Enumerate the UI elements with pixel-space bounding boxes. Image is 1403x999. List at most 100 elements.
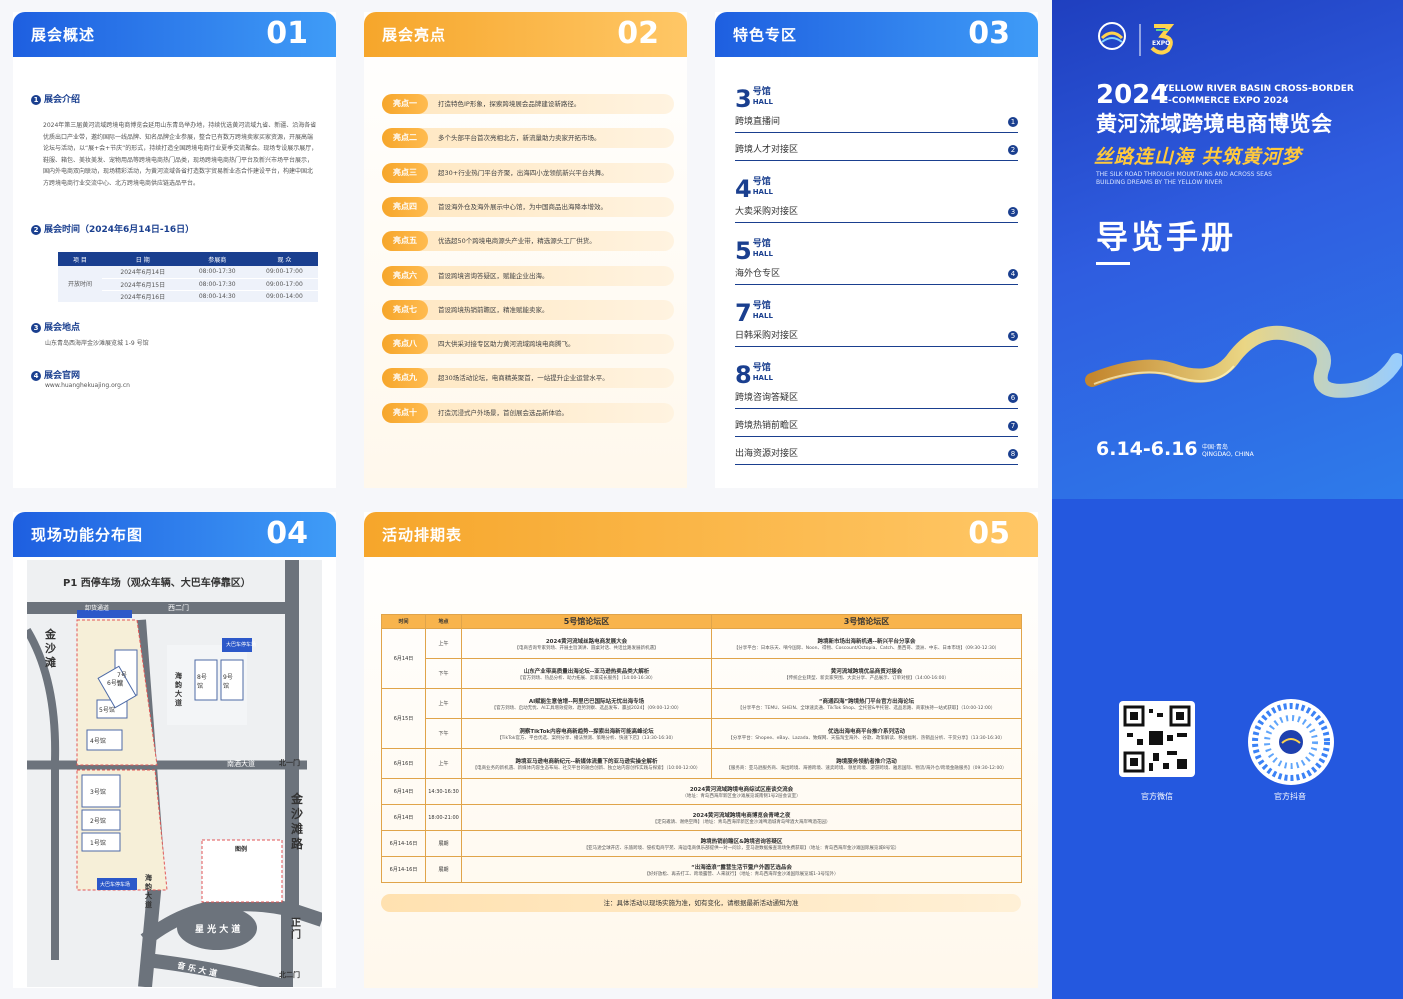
overview-number: 01 [266,16,308,51]
highlights-title: 展会亮点 [382,26,447,44]
map-title: 现场功能分布图 [31,526,144,544]
cover-en-slogan-2: BUILDING DREAMS BY THE YELLOW RIVER [1096,179,1223,186]
highlight-text: 首设跨境热销前瞻区，精准赋能卖家。 [438,305,549,314]
douyin-label: 官方抖音 [1274,792,1306,801]
highlights-header: 展会亮点 02 [364,12,687,57]
venue-map-svg [23,560,325,994]
highlight-text: 四大供采对接专区助力黄河流域跨境电商腾飞。 [438,340,575,349]
cover-cn-title: 黄河流域跨境电商博览会 [1096,112,1333,136]
cover-guide-title: 导览手册 [1096,218,1237,256]
zone-badge: 8 [1008,449,1018,459]
highlight-item: 亮点二 多个头部平台首次亮相北方，新流量助力卖家开拓市场。 [382,128,674,149]
highlights-number: 02 [617,16,659,51]
highlight-tag: 亮点五 [382,231,428,252]
hall-word: 号馆 HALL [752,87,773,106]
xingguang-road-label: 星 光 大 道 [195,925,241,935]
hall-word: 号馆 HALL [752,363,773,382]
north-gate-1-label: 北一门 [279,759,300,767]
hall-number: 8 [735,361,752,389]
zone-badge: 2 [1008,145,1018,155]
highlight-tag: 亮点九 [382,368,428,389]
zones-title: 特色专区 [733,26,798,44]
cover-bottom: 官方微信 官方抖音 [1052,499,1403,999]
west-gate-label: 西二门 [168,604,189,612]
zone-name: 出海资源对接区 [735,449,799,459]
map-header: 现场功能分布图 04 [13,512,336,557]
highlight-item: 亮点六 首设跨境咨询答疑区，赋能企业出海。 [382,265,674,286]
table-row: 6月14-16日 展期 跨境热销前瞻区&跨境咨询答疑区 【亚马逊全球开店、乐旅跨境… [381,830,1022,857]
table-row: 6月14日 14:30-16:30 2024黄河流域跨境电商综试区座谈交流会 （地… [381,778,1022,805]
highlight-tag: 亮点六 [382,265,428,286]
highlight-item: 亮点十 打造沉浸式户外场景，首创展会选品新体验。 [382,402,674,423]
haiyun-road-label: 海韵大道 [175,672,182,707]
highlight-tag: 亮点二 [382,128,428,149]
cover-city-cn: 中国·青岛 [1202,444,1228,451]
cover-year: 2024 [1096,80,1169,110]
overview-panel: 展会概述 01 1 展会介绍 2024年第三届黄河流域跨境电商博览会延用山东青岛举… [13,12,336,488]
north-gate-2-label: 北二门 [279,971,300,979]
zone-name: 跨境咨询答疑区 [735,393,799,403]
venue-map: P1 西停车场（观众车辆、大巴车停靠区） 卸货通道 西二门 金沙滩 金沙滩路 海… [23,560,325,994]
douyin-qr-code[interactable] [1248,699,1334,785]
highlight-text: 打造特色IP形象，探索跨境展会品牌建设新路径。 [438,100,581,108]
table-row: 6月15日 上午 AI赋能生意信增--阿里巴巴国际站无忧出海专场 【官方到场、启动… [381,688,1022,749]
hall-number: 3 [735,85,752,113]
zone-item: 出海资源对接区 8 [735,445,1018,465]
cover-divider [1096,262,1130,265]
col-time: 时间 [381,614,426,629]
zone-badge: 3 [1008,207,1018,217]
schedule-panel: 活动排期表 05 时间 地点 5号馆论坛区 3号馆论坛区 6月14日 上午 20… [364,512,1038,988]
highlight-tag: 亮点一 [382,94,428,114]
highlight-text: 多个头部平台首次亮相北方，新流量助力卖家开拓市场。 [438,134,601,143]
cover-panel: EXPO 2024 YELLOW RIVER BASIN CROSS-BORDE… [1052,0,1403,999]
jinsha-label: 金沙滩 [45,628,56,669]
location-heading: 3 展会地点 [31,320,80,333]
cover-en-title-2: E-COMMERCE EXPO 2024 [1162,96,1289,106]
zone-badge: 6 [1008,393,1018,403]
highlight-item: 亮点七 首设跨境热销前瞻区，精准赋能卖家。 [382,299,674,320]
map-number: 04 [266,516,308,551]
zone-name: 海外仓专区 [735,269,781,279]
highlight-tag: 亮点八 [382,334,428,355]
hall-heading: 7号馆 HALL [735,301,773,325]
hall-9-label: 9号馆 [223,674,233,690]
highlight-tag: 亮点三 [382,162,428,183]
website-heading: 4 展会官网 [31,368,80,381]
highlight-text: 优选超50个跨境电商源头产业带，精选源头工厂供货。 [438,237,596,246]
intro-heading: 1 展会介绍 [31,92,80,105]
highlight-item: 亮点五 优选超50个跨境电商源头产业带，精选源头工厂供货。 [382,231,674,252]
hall-word: 号馆 HALL [752,239,773,258]
col-site: 地点 [425,614,462,629]
zones-panel: 特色专区 03 3号馆 HALL 跨境直播间 1 跨境人才对接区 2 4号馆 HALL 大卖采购… [715,12,1038,488]
table-row: 下午 洞察TikTok内容电商新趋势--探索出海新可能高峰论坛 【TikTok官方… [382,718,1022,749]
highlight-item: 亮点四 首设海外仓及海外展示中心馆，为中国商品出海降本增效。 [382,196,674,217]
schedule-title: 活动排期表 [382,526,463,544]
highlights-panel: 展会亮点 02 亮点一 打造特色IP形象，探索跨境展会品牌建设新路径。亮点二 多个头… [364,12,687,488]
table-row: 6月14-16日 展期 “出海造浪”露营生活节暨户外圆艺选品会 【好好放松、再去打… [381,856,1022,883]
zone-name: 日韩采购对接区 [735,331,799,341]
website-link[interactable]: www.huanghekuajing.org.cn [45,382,130,389]
hall-heading: 3号馆 HALL [735,87,773,111]
wechat-qr-code[interactable] [1119,701,1195,777]
unload-label: 卸货通道 [85,605,110,612]
schedule-table: 时间 地点 5号馆论坛区 3号馆论坛区 6月14日 上午 2024黄河流域丝路电… [381,614,1022,883]
zone-item: 跨境热销前瞻区 7 [735,417,1018,437]
zone-item: 大卖采购对接区 3 [735,203,1018,223]
douyin-qr-icon [1252,703,1330,781]
schedule-header: 活动排期表 05 [364,512,1038,557]
expo-logo-icon [1098,22,1175,56]
time-table: 项 目 日 期 参展商 观 众 开放时间 2024年6月14日 08:00-17:… [58,252,318,303]
hall-heading: 8号馆 HALL [735,363,773,387]
parking-label: P1 西停车场（观众车辆、大巴车停靠区） [63,578,251,589]
schedule-number: 05 [968,516,1010,551]
hall-word: 号馆 HALL [752,177,773,196]
highlight-item: 亮点九 超30场活动论坛，电商精英聚首，一站提升企业运营水平。 [382,368,674,389]
highlight-text: 打造沉浸式户外场景，首创展会选品新体验。 [438,408,568,417]
nanjiu-road-label: 南酒大道 [227,760,255,768]
zone-badge: 4 [1008,269,1018,279]
cover-en-slogan-1: THE SILK ROAD THROUGH MOUNTAINS AND ACRO… [1096,171,1272,178]
highlight-item: 亮点一 打造特色IP形象，探索跨境展会品牌建设新路径。 [382,94,674,114]
hall-heading: 5号馆 HALL [735,239,773,263]
wechat-label: 官方微信 [1141,792,1173,801]
table-row: 6月14日 18:00-21:00 2024黄河流域跨境电商博览会青啤之夜 【定向… [381,804,1022,831]
